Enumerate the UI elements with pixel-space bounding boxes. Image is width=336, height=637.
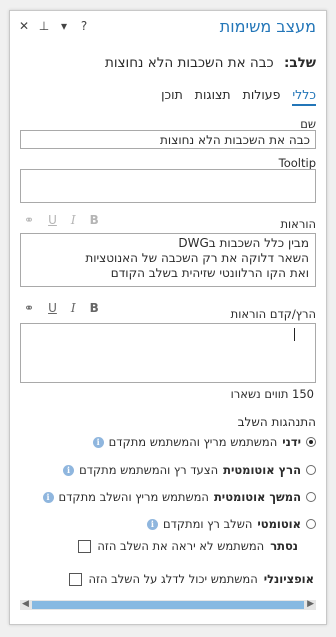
tab-views[interactable]: תצוגות [195,87,231,106]
option-name: ידני [282,435,301,449]
tab-general[interactable]: כללי [292,87,316,106]
hidden-checkbox-row[interactable]: נסתר המשתמש לא יראה את השלב הזה [78,539,298,553]
option-description: השלב רץ ומתקדם [162,517,253,531]
optional-checkbox-row[interactable]: אופציונלי המשתמש יכול לדלג על השלב הזה [69,572,314,586]
hidden-description: המשתמש לא יראה את השלב הזה [97,539,265,553]
tab-bar: כללי פעולות תצוגות תוכן [161,87,316,106]
instructions-textarea[interactable]: מבין כלל השכבות בDWG השאר דלוקה את רק הש… [20,233,316,287]
horizontal-scrollbar[interactable]: ◀ ▶ [20,599,316,610]
tab-actions[interactable]: פעולות [243,87,281,106]
optional-checkbox[interactable] [69,572,83,586]
instructions-line: ואת הקו הרלוונטי שזיהית בשלב הקודם [110,266,309,280]
scroll-left-icon[interactable]: ◀ [22,599,29,609]
pre-instructions-format-toolbar: ⚭ U I B [24,301,99,315]
pre-instructions-textarea[interactable] [20,323,316,383]
option-name: הרץ אוטומטית [223,463,301,477]
bold-button[interactable]: B [90,301,99,315]
step-label: שלב: [283,55,316,71]
radio-button[interactable] [306,437,316,447]
instructions-label: הוראות [280,217,316,231]
char-counter: 150 תווים נשארו [230,387,314,401]
task-designer-pane: מעצב משימות ? ▾ ⊥ ✕ שלב: כבה את השכבות ה… [9,10,327,625]
help-icon[interactable]: ? [78,19,90,33]
underline-button[interactable]: U [48,213,57,227]
option-name: אוטומטי [257,517,301,531]
close-icon[interactable]: ✕ [18,19,30,33]
radio-button[interactable] [306,519,316,529]
text-caret [294,328,295,341]
optional-name: אופציונלי [263,572,314,586]
step-name: כבה את השכבות הלא נחוצות [104,55,274,71]
link-icon[interactable]: ⚭ [24,213,34,227]
behavior-option-auto-run[interactable]: הרץ אוטומטית הצעד רץ והמשתמש מתקדם i [63,463,316,477]
pane-title: מעצב משימות [219,17,316,36]
option-description: המשתמש מריץ והשלב מתקדם [58,490,209,504]
step-row: שלב: כבה את השכבות הלא נחוצות [105,55,316,71]
info-icon[interactable]: i [146,518,158,530]
name-label: שם [300,117,316,131]
scroll-right-icon[interactable]: ▶ [307,599,314,609]
instructions-line: השאר דלוקה את רק השכבה של האנוטציות [85,251,309,265]
pane-titlebar: מעצב משימות ? ▾ ⊥ ✕ [10,11,326,45]
behavior-option-automatic[interactable]: אוטומטי השלב רץ ומתקדם i [146,517,316,531]
titlebar-icons: ? ▾ ⊥ ✕ [18,19,90,33]
link-icon[interactable]: ⚭ [24,301,34,315]
italic-button[interactable]: I [71,301,76,315]
name-input[interactable]: כבה את השכבות הלא נחוצות [20,130,316,149]
menu-dropdown-icon[interactable]: ▾ [58,19,70,33]
hidden-name: נסתר [270,539,298,553]
radio-button[interactable] [306,492,316,502]
bold-button[interactable]: B [90,213,99,227]
hidden-checkbox[interactable] [78,539,92,553]
underline-button[interactable]: U [48,301,57,315]
option-description: המשתמש מריץ והמשתמש מתקדם [108,435,278,449]
tab-content[interactable]: תוכן [161,87,183,106]
italic-button[interactable]: I [71,213,76,227]
scroll-thumb[interactable] [32,601,304,609]
tooltip-label: Tooltip [278,156,316,170]
behavior-option-manual[interactable]: ידני המשתמש מריץ והמשתמש מתקדם i [92,435,316,449]
instructions-line: מבין כלל השכבות בDWG [178,236,309,250]
radio-button[interactable] [306,465,316,475]
info-icon[interactable]: i [42,491,54,503]
instructions-format-toolbar: ⚭ U I B [24,213,99,227]
pre-instructions-label: הרץ/קדם הוראות [230,307,316,321]
behavior-option-auto-continue[interactable]: המשך אוטומטית המשתמש מריץ והשלב מתקדם i [42,490,316,504]
behavior-title: התנהגות השלב [237,415,316,429]
pin-icon[interactable]: ⊥ [38,19,50,33]
option-description: הצעד רץ והמשתמש מתקדם [79,463,219,477]
info-icon[interactable]: i [63,464,75,476]
tooltip-input[interactable] [20,169,316,203]
info-icon[interactable]: i [92,436,104,448]
option-name: המשך אוטומטית [213,490,301,504]
optional-description: המשתמש יכול לדלג על השלב הזה [88,572,258,586]
